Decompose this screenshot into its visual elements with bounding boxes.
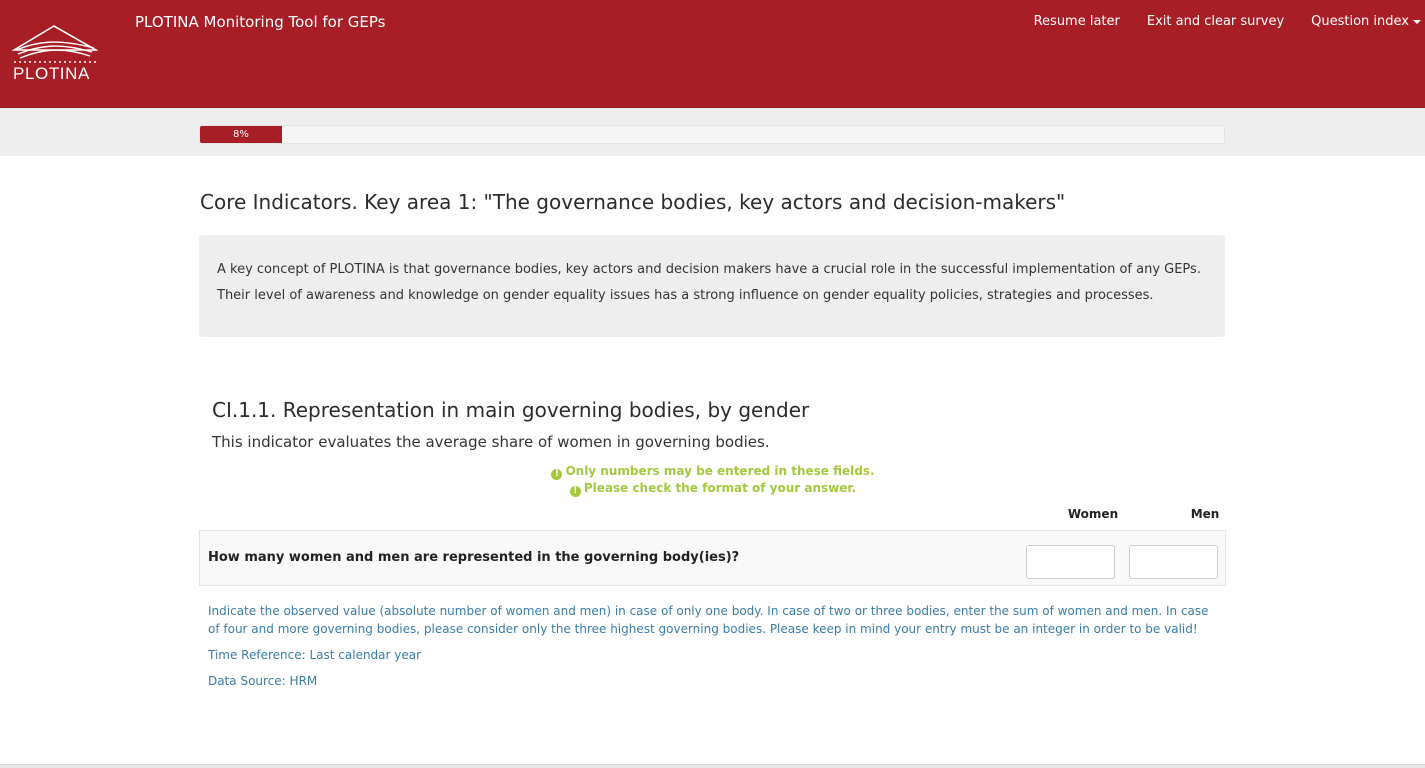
caret-down-icon	[1413, 19, 1421, 24]
tip-check-format: ! Please check the format of your answer.	[200, 480, 1226, 497]
logo-roof-icon	[12, 25, 98, 63]
question-index-dropdown[interactable]: Question index	[1311, 14, 1421, 29]
question-title: CI.1.1. Representation in main governing…	[212, 398, 810, 422]
group-description-line-2: Their level of awareness and knowledge o…	[217, 288, 1154, 303]
nav-links: Resume later Exit and clear survey Quest…	[1034, 14, 1425, 29]
progress-bar: 8%	[199, 125, 1225, 144]
array-row-label: How many women and men are represented i…	[208, 550, 740, 565]
data-source: Data Source: HRM	[208, 674, 318, 688]
question-subtitle: This indicator evaluates the average sha…	[212, 433, 770, 451]
tip-text: Please check the format of your answer.	[583, 481, 857, 495]
tip-numbers-only: ! Only numbers may be entered in these fi…	[200, 463, 1226, 480]
group-description-line-1: A key concept of PLOTINA is that governa…	[217, 262, 1201, 277]
column-header-women: Women	[1067, 507, 1119, 521]
exclamation-circle-icon: !	[551, 469, 563, 480]
men-count-input[interactable]	[1129, 545, 1218, 579]
question-index-label: Question index	[1311, 14, 1409, 29]
logo-text: PLOTINA	[13, 64, 90, 83]
exit-clear-survey-link[interactable]: Exit and clear survey	[1147, 14, 1284, 29]
exclamation-circle-icon: !	[569, 486, 581, 497]
tip-text: Only numbers may be entered in these fie…	[565, 464, 875, 478]
time-reference: Time Reference: Last calendar year	[208, 648, 422, 662]
footer-divider	[0, 764, 1425, 768]
app-title[interactable]: PLOTINA Monitoring Tool for GEPs	[135, 13, 386, 31]
array-row: How many women and men are represented i…	[199, 530, 1226, 586]
validation-tips: ! Only numbers may be entered in these fi…	[200, 463, 1226, 497]
group-title: Core Indicators. Key area 1: "The govern…	[200, 190, 1066, 214]
top-navbar: PLOTINA PLOTINA Monitoring Tool for GEPs…	[0, 0, 1425, 108]
progress-fill: 8%	[200, 126, 282, 143]
plotina-logo[interactable]: PLOTINA	[10, 24, 100, 88]
question-help-text: Indicate the observed value (absolute nu…	[208, 604, 1209, 636]
resume-later-link[interactable]: Resume later	[1034, 14, 1120, 29]
group-description: A key concept of PLOTINA is that governa…	[199, 235, 1225, 337]
women-count-input[interactable]	[1026, 545, 1115, 579]
progress-band: 8%	[0, 108, 1425, 156]
column-header-men: Men	[1190, 507, 1220, 521]
